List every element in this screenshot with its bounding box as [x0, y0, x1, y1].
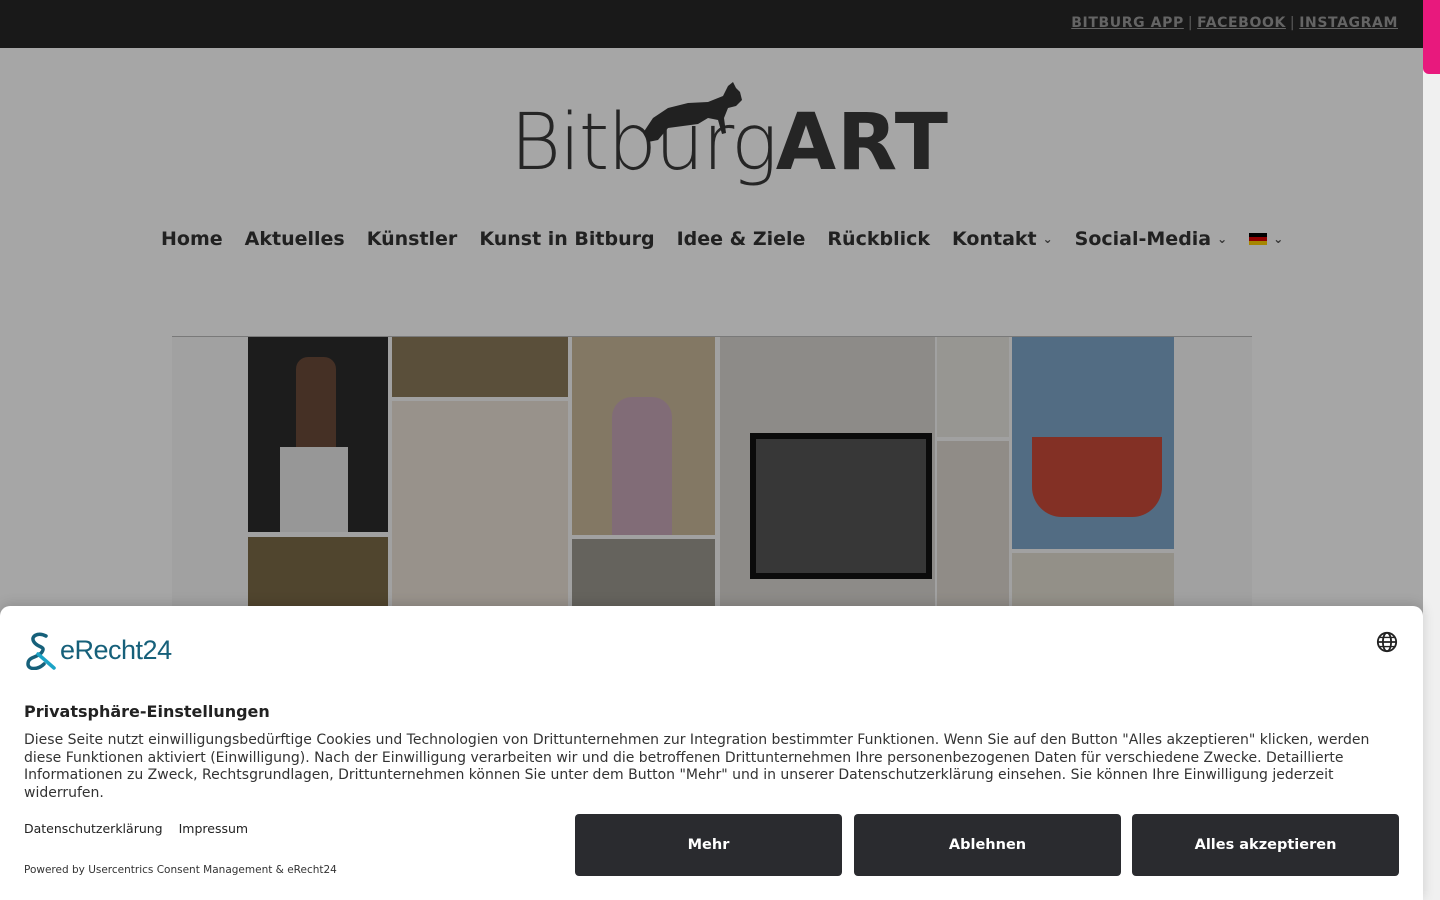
nav-label: Social-Media — [1074, 228, 1212, 250]
erecht24-symbol-icon — [26, 632, 56, 670]
main-navigation: Home Aktuelles Künstler Kunst in Bitburg… — [161, 228, 1305, 250]
brand-name: eRecht24 — [60, 634, 172, 665]
logo-text-art: ART — [775, 98, 949, 188]
erecht24-logo: eRecht24 — [24, 630, 172, 670]
artwork-boats — [1032, 437, 1162, 517]
nav-social-media[interactable]: Social-Media ⌄ — [1075, 228, 1228, 250]
chevron-down-icon: ⌄ — [1042, 232, 1053, 246]
chevron-down-icon: ⌄ — [1273, 232, 1284, 246]
nav-kunst-in-bitburg[interactable]: Kunst in Bitburg — [479, 228, 654, 250]
accept-all-button[interactable]: Alles akzeptieren — [1132, 814, 1399, 876]
artwork-monkey-figure — [612, 397, 672, 535]
artwork-plates — [392, 337, 568, 397]
german-flag-icon — [1249, 233, 1268, 245]
artwork-pedestal — [280, 447, 348, 532]
privacy-policy-link[interactable]: Datenschutzerklärung — [24, 821, 163, 836]
site-logo[interactable]: BitburgART — [510, 78, 948, 198]
instagram-link[interactable]: INSTAGRAM — [1299, 15, 1398, 31]
bitburg-app-link[interactable]: BITBURG APP — [1071, 15, 1184, 31]
artwork-framed-picture — [750, 433, 932, 579]
nav-aktuelles[interactable]: Aktuelles — [245, 228, 345, 250]
artwork-small-pictures — [937, 441, 1009, 631]
nav-kontakt[interactable]: Kontakt ⌄ — [952, 228, 1053, 250]
nav-kuenstler[interactable]: Künstler — [367, 228, 458, 250]
nav-home[interactable]: Home — [161, 228, 223, 250]
nav-label: Kontakt — [952, 228, 1037, 250]
goat-icon — [643, 82, 742, 142]
nav-rueckblick[interactable]: Rückblick — [827, 228, 930, 250]
nav-label: Home — [161, 228, 223, 250]
scrollbar-track[interactable] — [1423, 0, 1440, 900]
more-button[interactable]: Mehr — [575, 814, 842, 876]
globe-icon[interactable] — [1376, 631, 1398, 653]
facebook-link[interactable]: FACEBOOK — [1197, 15, 1286, 31]
chevron-down-icon: ⌄ — [1217, 232, 1228, 246]
imprint-link[interactable]: Impressum — [179, 821, 248, 836]
consent-description: Diese Seite nutzt einwilligungsbedürftig… — [24, 732, 1370, 801]
artwork-crucifix — [937, 337, 1009, 437]
cookie-consent-banner: eRecht24 Privatsphäre-Einstellungen Dies… — [0, 606, 1423, 900]
scrollbar-thumb[interactable] — [1423, 0, 1440, 74]
separator: | — [1289, 15, 1296, 31]
consent-links: Datenschutzerklärung Impressum — [24, 821, 260, 836]
nav-label: Idee & Ziele — [676, 228, 806, 250]
nav-language[interactable]: ⌄ — [1249, 232, 1283, 246]
nav-label: Künstler — [366, 228, 458, 250]
artwork-collage — [392, 401, 568, 631]
nav-label: Aktuelles — [244, 228, 345, 250]
decline-button[interactable]: Ablehnen — [854, 814, 1121, 876]
consent-title: Privatsphäre-Einstellungen — [24, 702, 270, 721]
powered-by-text: Powered by Usercentrics Consent Manageme… — [24, 864, 337, 876]
nav-idee-ziele[interactable]: Idee & Ziele — [677, 228, 806, 250]
nav-label: Kunst in Bitburg — [479, 228, 655, 250]
top-links: BITBURG APP | FACEBOOK | INSTAGRAM — [1071, 15, 1398, 31]
top-bar: BITBURG APP | FACEBOOK | INSTAGRAM — [0, 0, 1423, 48]
nav-label: Rückblick — [827, 228, 931, 250]
separator: | — [1187, 15, 1194, 31]
